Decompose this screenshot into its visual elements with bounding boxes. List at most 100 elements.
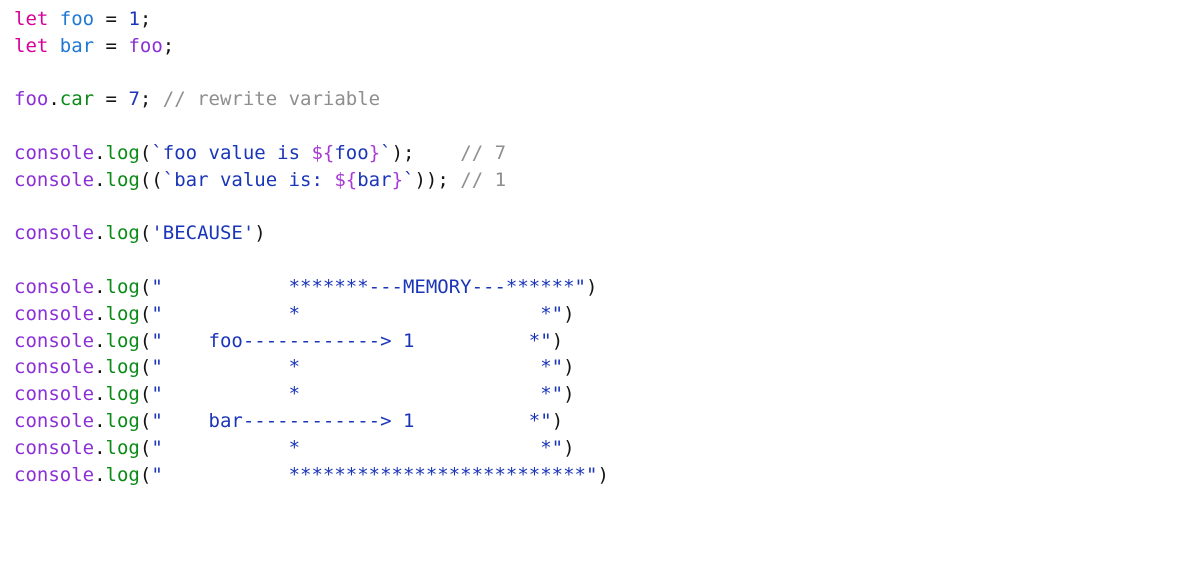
code-token: " bar------------> 1 *" <box>151 409 552 432</box>
code-token: console <box>14 302 95 325</box>
code-token: } <box>368 141 381 164</box>
code-token: console <box>14 409 95 432</box>
code-token: console <box>14 168 95 191</box>
code-token: . <box>94 275 106 298</box>
code-token: bar <box>59 34 95 57</box>
code-token: ${ <box>334 168 358 191</box>
code-token: foo <box>334 141 369 164</box>
code-token: log <box>105 383 140 406</box>
code-line: foo.car = 7; // rewrite variable <box>14 86 609 113</box>
code-token: . <box>94 463 106 486</box>
code-token: 7 <box>128 88 140 111</box>
code-token: console <box>14 222 95 245</box>
code-token: let <box>14 34 49 57</box>
code-token: . <box>94 436 106 459</box>
code-token: bar <box>357 168 392 191</box>
code-token: . <box>48 88 60 111</box>
code-line: let foo = 1; <box>14 6 609 33</box>
code-token: (( <box>139 168 163 191</box>
code-token: console <box>14 463 95 486</box>
code-line: console.log(" * *") <box>14 301 609 328</box>
code-line: let bar = foo; <box>14 33 609 60</box>
code-token: ( <box>139 383 152 406</box>
code-line: console.log(" **************************… <box>14 462 609 489</box>
code-token: ( <box>139 356 152 379</box>
code-token: ) <box>563 436 575 459</box>
code-token: 1 <box>128 8 140 30</box>
code-token: log <box>105 409 140 432</box>
code-token: = <box>94 34 129 57</box>
code-token: ) <box>597 463 609 486</box>
code-line: console.log(`foo value is ${foo}`); // 7 <box>14 140 609 167</box>
code-token: ${ <box>311 141 335 164</box>
code-block[interactable]: let foo = 1; let bar = foo; foo.car = 7; … <box>14 6 609 488</box>
code-screenshot-surface: let foo = 1; let bar = foo; foo.car = 7; … <box>0 0 1200 564</box>
code-token: ( <box>139 275 152 298</box>
code-token: // 1 <box>460 168 507 191</box>
code-token: log <box>105 463 140 486</box>
code-token: log <box>105 329 140 352</box>
code-line: console.log(" bar------------> 1 *") <box>14 408 609 435</box>
code-token: `bar value is: <box>162 168 335 191</box>
code-token: console <box>14 383 95 406</box>
code-token: ; <box>162 34 175 57</box>
code-token: log <box>105 302 140 325</box>
code-token: ( <box>139 141 152 164</box>
code-token: . <box>94 329 106 352</box>
code-token: ) <box>563 383 575 406</box>
code-line: console.log(" * *") <box>14 381 609 408</box>
code-token: ); <box>391 141 415 164</box>
code-line: console.log(" foo------------> 1 *") <box>14 328 609 355</box>
code-token: ) <box>563 302 575 325</box>
code-token: = <box>94 88 129 111</box>
code-token: log <box>105 141 140 164</box>
code-token: log <box>105 168 140 191</box>
code-line: console.log(" *******---MEMORY---******"… <box>14 274 609 301</box>
code-token: . <box>94 141 106 164</box>
code-token: } <box>391 168 404 191</box>
code-token: foo <box>128 34 163 57</box>
code-token: . <box>94 168 106 191</box>
code-token: console <box>14 329 95 352</box>
code-token: " **************************" <box>151 463 598 486</box>
code-token: ( <box>139 222 152 245</box>
code-token: ) <box>586 275 598 298</box>
code-token: " * *" <box>151 436 564 459</box>
code-token: . <box>94 222 106 245</box>
code-token: console <box>14 356 95 379</box>
code-token: ) <box>551 409 564 432</box>
code-token: ` <box>380 141 392 164</box>
code-token: log <box>105 222 140 245</box>
code-token: log <box>105 275 140 298</box>
code-token: let <box>14 8 49 30</box>
code-token: ; <box>139 8 152 30</box>
code-token: ( <box>139 436 152 459</box>
code-token: // 7 <box>460 141 507 164</box>
code-token: console <box>14 141 95 164</box>
code-token: ) <box>551 329 564 352</box>
code-token: = <box>94 8 129 30</box>
code-token: " * *" <box>151 383 564 406</box>
code-line: console.log('BECAUSE') <box>14 220 609 247</box>
code-token: ) <box>254 222 266 245</box>
code-token: " foo------------> 1 *" <box>151 329 552 352</box>
code-token: `foo value is <box>151 141 312 164</box>
code-token: 'BECAUSE' <box>151 222 255 245</box>
code-token: )); <box>414 168 449 191</box>
code-token: . <box>94 383 106 406</box>
code-line: console.log((`bar value is: ${bar}`)); /… <box>14 167 609 194</box>
code-token: . <box>94 409 106 432</box>
code-token: foo <box>14 88 49 111</box>
code-line: console.log(" * *") <box>14 354 609 381</box>
code-token: car <box>59 88 95 111</box>
code-line: console.log(" * *") <box>14 435 609 462</box>
code-token: ( <box>139 302 152 325</box>
